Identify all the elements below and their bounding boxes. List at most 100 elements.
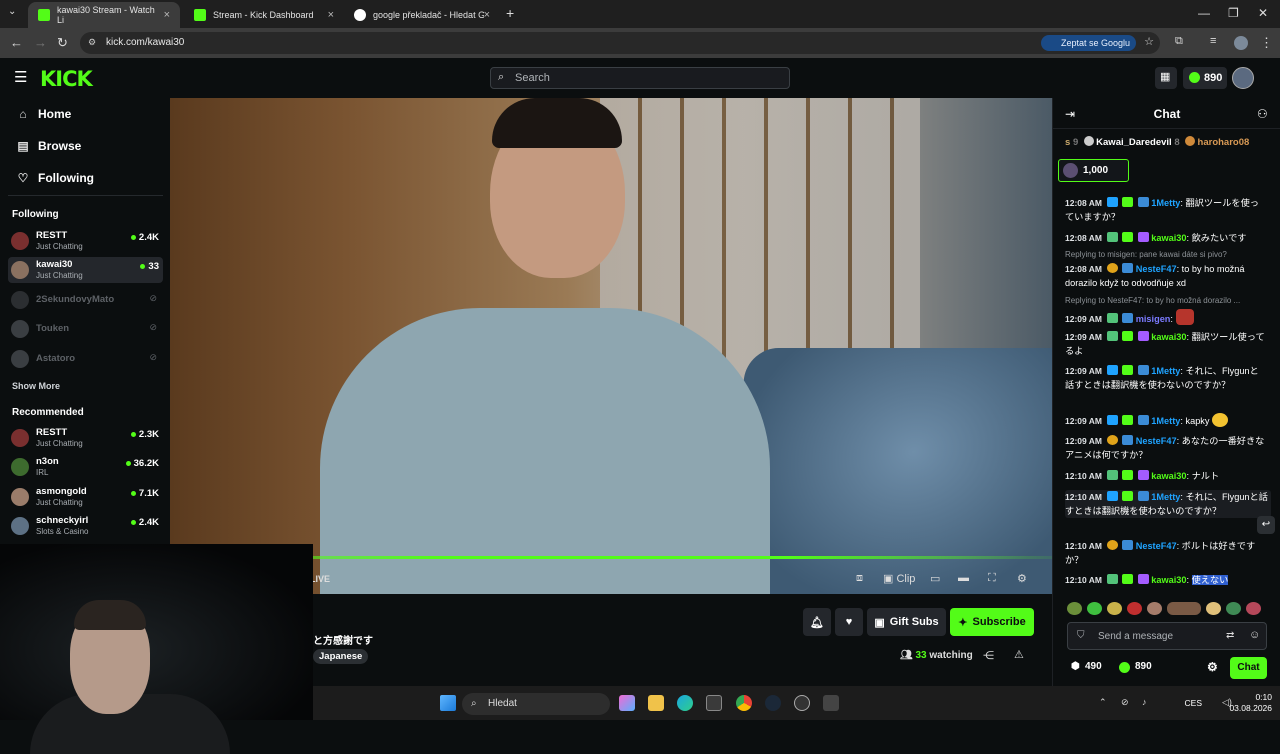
emote-icon[interactable]	[1206, 602, 1221, 615]
reply-context[interactable]: Replying to misigen: pane kawai dáte si …	[1065, 250, 1275, 259]
bookmark-star-icon[interactable]: ☆	[1144, 35, 1154, 48]
message-username[interactable]: kawai30	[1151, 575, 1186, 585]
message-username[interactable]: NesteF47	[1136, 436, 1177, 446]
share-icon[interactable]: ⋲	[983, 649, 994, 662]
notifications-button[interactable]: 🔔︎	[803, 608, 831, 636]
emote-icon[interactable]	[1147, 602, 1162, 615]
sidebar-item-browse[interactable]: ▤ Browse	[16, 139, 81, 153]
hamburger-menu-icon[interactable]: ☰	[14, 68, 27, 86]
omnibox[interactable]: ⚙ kick.com/kawai30 Zeptat se Googlu ☆	[80, 32, 1160, 54]
tray-chevron-icon[interactable]: ⌃	[1099, 697, 1107, 708]
extensions-icon[interactable]: ⧉	[1175, 35, 1183, 48]
close-tab-icon[interactable]: ×	[328, 9, 334, 21]
report-icon[interactable]: ⚠	[1014, 648, 1024, 661]
channel-item-touken[interactable]: Touken ⊘	[8, 316, 163, 342]
close-tab-icon[interactable]: ×	[484, 9, 490, 21]
dashboard-button[interactable]: ▦	[1155, 67, 1177, 89]
fullscreen-icon[interactable]: ⛶	[988, 572, 996, 585]
channel-item-astatoro[interactable]: Astatoro ⊘	[8, 346, 163, 372]
chat-message[interactable]: 12:10 AM kawai30: 使えない	[1065, 573, 1265, 587]
leaderboard-name[interactable]: haroharo08	[1198, 137, 1250, 148]
browser-menu-icon[interactable]: ⋮	[1260, 35, 1273, 51]
chat-message[interactable]: 12:10 AM NesteF47: ボルトは好きですか？	[1065, 539, 1265, 567]
pinned-gift[interactable]: 1,000	[1058, 159, 1129, 182]
reload-icon[interactable]: ↻	[57, 35, 68, 51]
chat-message[interactable]: 12:10 AM kawai30: ナルト	[1065, 469, 1265, 483]
message-username[interactable]: kawai30	[1151, 332, 1186, 342]
points-button[interactable]: 890	[1183, 67, 1227, 89]
send-chat-button[interactable]: Chat	[1230, 657, 1267, 679]
chrome-icon[interactable]	[736, 695, 752, 711]
captions-icon[interactable]: ▭	[930, 572, 940, 585]
emote-icon[interactable]	[1127, 602, 1142, 615]
chat-message[interactable]: 12:08 AM NesteF47: to by ho možná dorazi…	[1065, 262, 1265, 290]
store-icon[interactable]	[706, 695, 722, 711]
emote-icon[interactable]	[1067, 602, 1082, 615]
message-username[interactable]: kawai30	[1151, 471, 1186, 481]
reply-arrow-icon[interactable]: ↩	[1257, 516, 1275, 534]
network-icon[interactable]: ⊘	[1121, 697, 1129, 708]
chat-message-input[interactable]: ⛉ Send a message ⇄ ☺	[1067, 622, 1267, 650]
close-tab-icon[interactable]: ×	[164, 9, 170, 21]
chat-message[interactable]: 12:08 AM 1Metty: 翻訳ツールを使っていますか？	[1065, 196, 1265, 224]
chat-message[interactable]: 12:10 AM 1Metty: それに、Flygunと話すときは翻訳機を使わな…	[1065, 490, 1271, 518]
microphone-icon[interactable]: ♪	[1142, 697, 1147, 707]
chat-message[interactable]: 12:09 AM kawai30: 翻訳ツール使ってるよ	[1065, 330, 1265, 358]
copilot-icon[interactable]	[619, 695, 635, 711]
search-input[interactable]: ⌕ Search	[490, 67, 790, 89]
reply-context[interactable]: Replying to NesteF47: to by ho možná dor…	[1065, 296, 1275, 305]
channel-item-restt-recommended[interactable]: RESTT Just Chatting 2.3K	[8, 425, 163, 451]
windows-start-icon[interactable]	[440, 695, 456, 711]
channel-item-n3on[interactable]: n3on IRL 36.2K	[8, 454, 163, 480]
chat-message[interactable]: 12:09 AM 1Metty: kapky	[1065, 413, 1265, 428]
clock[interactable]: 0:10 03.08.2026	[1229, 692, 1272, 714]
app-icon[interactable]	[823, 695, 839, 711]
url-text[interactable]: kick.com/kawai30	[106, 37, 184, 48]
reading-list-icon[interactable]: ≡	[1210, 35, 1216, 47]
taskbar-search[interactable]: ⌕ Hledat	[462, 693, 610, 715]
tab-list-icon[interactable]: ⌄	[8, 6, 16, 17]
obs-icon[interactable]	[794, 695, 810, 711]
chat-message[interactable]: 12:08 AM kawai30: 飲みたいです	[1065, 231, 1265, 245]
channel-points-value[interactable]: 490	[1085, 661, 1102, 672]
translate-icon[interactable]: ⇄	[1226, 630, 1234, 641]
message-username[interactable]: NesteF47	[1136, 541, 1177, 551]
sidebar-item-following[interactable]: ♡ Following	[16, 171, 94, 185]
chat-settings-icon[interactable]: ⚙	[1207, 660, 1218, 674]
browser-tab-google[interactable]: google překladač - Hledat Goo ×	[344, 2, 500, 28]
message-username[interactable]: 1Metty	[1151, 492, 1180, 502]
leaderboard-name[interactable]: Kawai_Daredevil	[1096, 137, 1172, 148]
new-tab-icon[interactable]: +	[506, 5, 514, 21]
ask-google-button[interactable]: Zeptat se Googlu	[1040, 35, 1136, 51]
emote-icon[interactable]	[1167, 602, 1201, 615]
video-player[interactable]: LIVE ⧈ ▣ Clip ▭ ▬ ⛶ ⚙	[170, 98, 1052, 594]
keyboard-language[interactable]: CES	[1185, 698, 1202, 708]
message-username[interactable]: 1Metty	[1151, 198, 1180, 208]
channel-item-2sekundovymato[interactable]: 2SekundovyMato ⊘	[8, 287, 163, 313]
gift-subs-button[interactable]: ▣ Gift Subs	[867, 608, 946, 636]
forward-icon[interactable]: →	[34, 35, 47, 50]
message-username[interactable]: 1Metty	[1151, 366, 1180, 376]
maximize-icon[interactable]: ❐	[1228, 6, 1239, 20]
message-username[interactable]: 1Metty	[1151, 416, 1180, 426]
emote-icon[interactable]	[1087, 602, 1102, 615]
minimize-icon[interactable]: —	[1198, 6, 1210, 20]
theater-mode-icon[interactable]: ▬	[958, 572, 969, 584]
message-username[interactable]: NesteF47	[1136, 264, 1177, 274]
emote-icon[interactable]	[1246, 602, 1261, 615]
show-more-link[interactable]: Show More	[12, 381, 60, 391]
browser-tab-kawai30[interactable]: kawai30 Stream - Watch Li ×	[28, 2, 180, 28]
user-avatar[interactable]	[1232, 67, 1254, 89]
pip-icon[interactable]: ⧈	[856, 572, 863, 585]
emote-icon[interactable]	[1226, 602, 1241, 615]
channel-item-restt[interactable]: RESTT Just Chatting 2.4K	[8, 228, 163, 254]
file-explorer-icon[interactable]	[648, 695, 664, 711]
back-icon[interactable]: ←	[10, 35, 23, 50]
site-info-icon[interactable]: ⚙	[88, 37, 96, 48]
channel-item-schneckyirl[interactable]: schneckyirl Slots & Casino 2.4K	[8, 513, 163, 539]
chat-message[interactable]: 12:09 AM 1Metty: それに、Flygunと話すときは翻訳機を使わな…	[1065, 364, 1265, 392]
chat-users-icon[interactable]: ⚇	[1257, 107, 1268, 121]
emote-icon[interactable]	[1107, 602, 1122, 615]
close-window-icon[interactable]: ✕	[1258, 6, 1268, 20]
chat-message[interactable]: 12:09 AM misigen:	[1065, 309, 1265, 326]
